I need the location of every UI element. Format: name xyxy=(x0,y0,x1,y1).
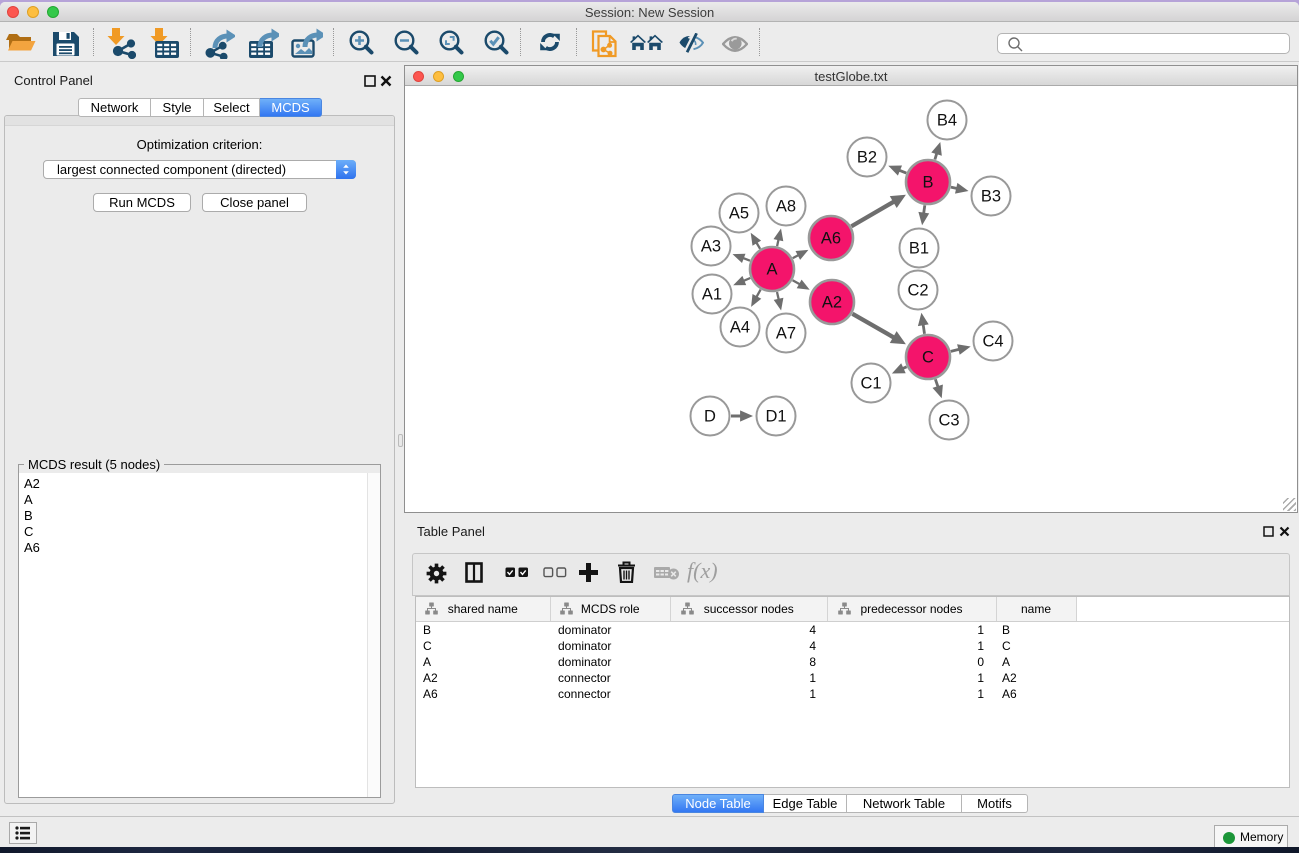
svg-text:B1: B1 xyxy=(909,240,929,258)
svg-text:A2: A2 xyxy=(822,294,842,312)
svg-text:C4: C4 xyxy=(982,333,1003,351)
svg-text:C3: C3 xyxy=(938,412,959,430)
svg-text:A8: A8 xyxy=(776,198,796,216)
svg-text:C1: C1 xyxy=(860,375,881,393)
svg-text:B: B xyxy=(922,174,933,192)
svg-text:C: C xyxy=(922,349,934,367)
svg-text:A7: A7 xyxy=(776,325,796,343)
svg-text:A6: A6 xyxy=(821,230,841,248)
svg-text:C2: C2 xyxy=(907,282,928,300)
svg-text:A5: A5 xyxy=(729,205,749,223)
svg-text:A3: A3 xyxy=(701,238,721,256)
svg-text:B4: B4 xyxy=(937,112,957,130)
svg-text:A: A xyxy=(766,261,777,279)
svg-text:D: D xyxy=(704,408,716,426)
svg-text:B3: B3 xyxy=(981,188,1001,206)
svg-text:A1: A1 xyxy=(702,286,722,304)
svg-text:D1: D1 xyxy=(765,408,786,426)
svg-text:A4: A4 xyxy=(730,319,750,337)
svg-text:B2: B2 xyxy=(857,149,877,167)
